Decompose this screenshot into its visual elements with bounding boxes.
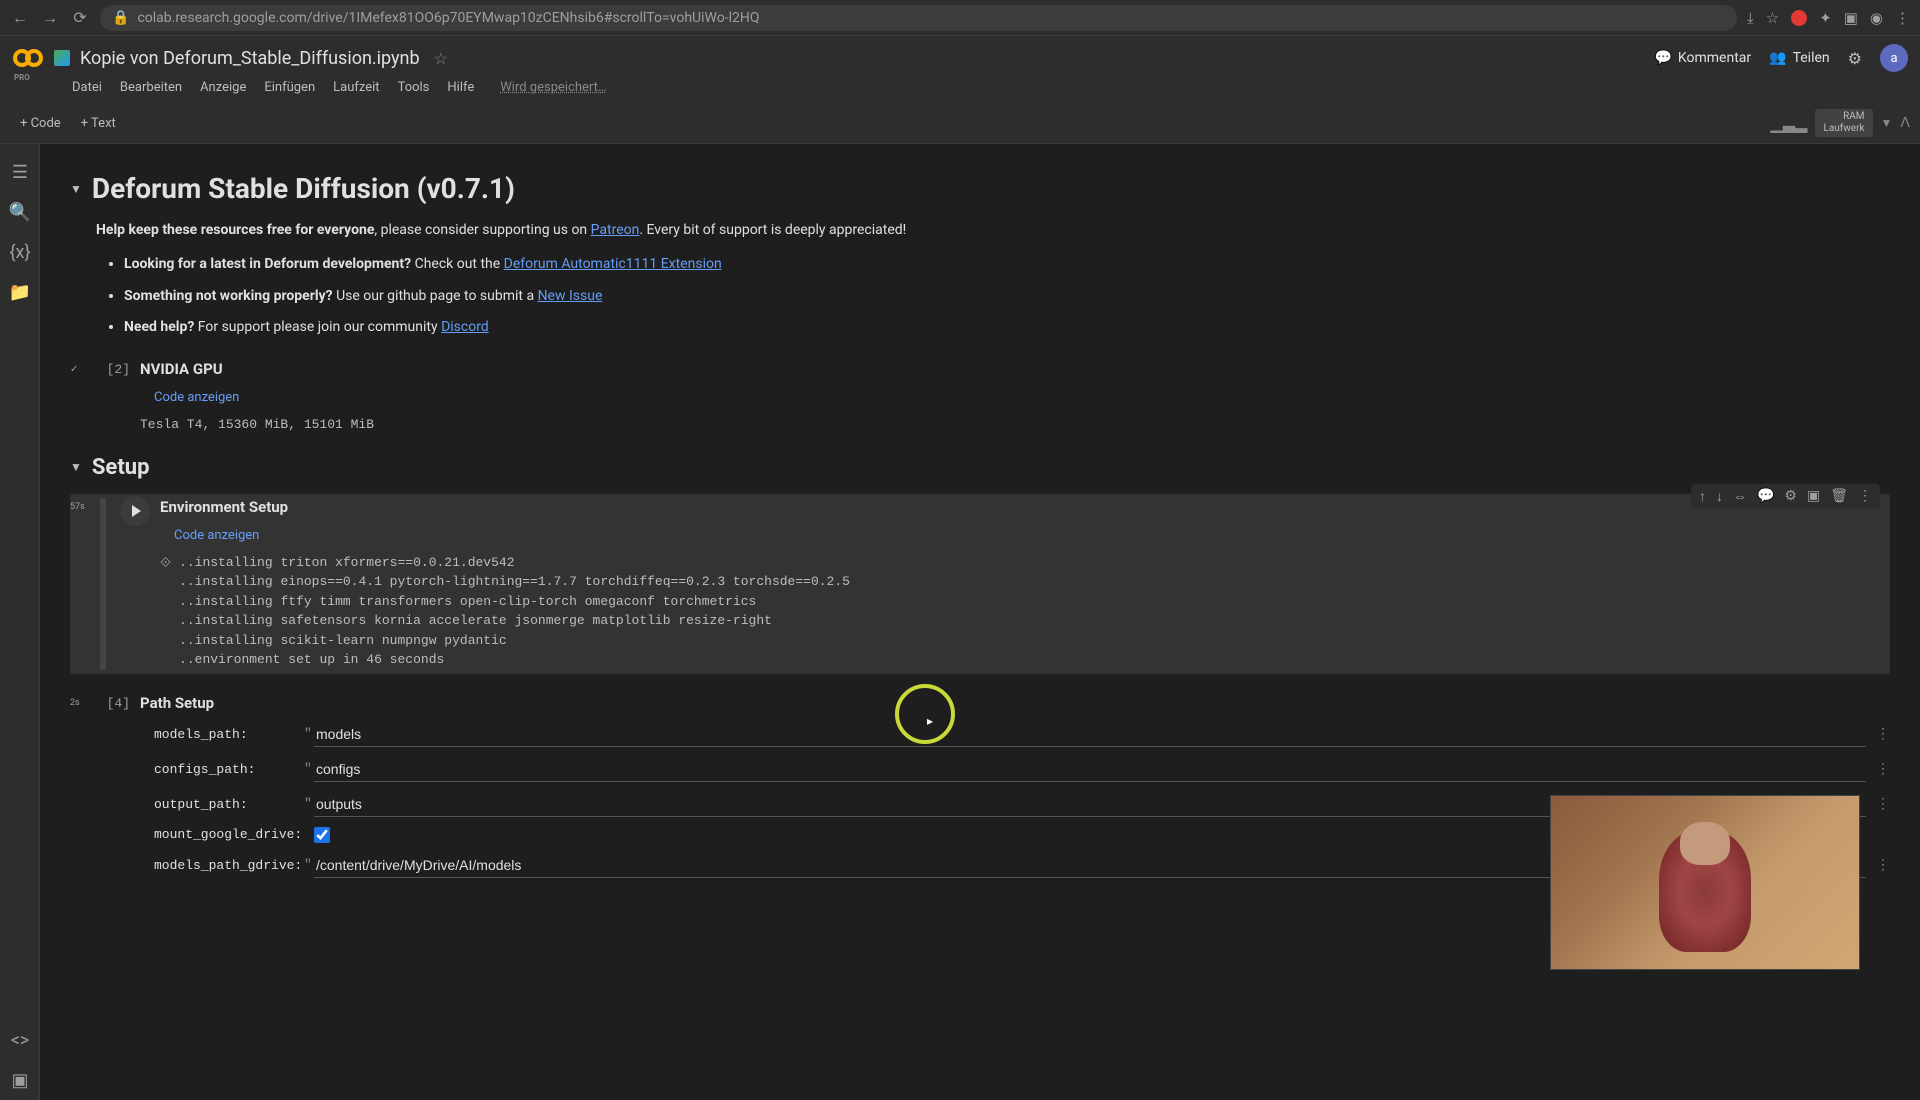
sidebar: ☰ 🔍 {x} 📁 <> ▣ xyxy=(0,144,40,1100)
section-collapse[interactable]: ▼ xyxy=(70,182,82,196)
field-more-icon[interactable]: ⋮ xyxy=(1876,796,1890,812)
save-status: Wird gespeichert… xyxy=(500,80,606,95)
field-label: models_path_gdrive: xyxy=(154,858,304,873)
field-label: models_path: xyxy=(154,727,304,742)
toolbar: + Code + Text ▁▃▂ RAM Laufwerk ▼ ᐱ xyxy=(0,103,1920,144)
add-code-button[interactable]: + Code xyxy=(10,112,71,135)
menu-help[interactable]: Hilfe xyxy=(447,80,474,95)
profile-icon[interactable]: ◉ xyxy=(1870,9,1883,27)
avatar[interactable]: a xyxy=(1880,44,1908,72)
delete-icon[interactable]: 🗑 xyxy=(1830,488,1848,505)
url-text: colab.research.google.com/drive/1IMefex8… xyxy=(137,10,759,26)
colab-logo[interactable]: PRO xyxy=(12,42,44,74)
intro-text: Help keep these resources free for every… xyxy=(96,219,1890,340)
panel-icon[interactable]: ▣ xyxy=(1844,9,1858,27)
menu-view[interactable]: Anzeige xyxy=(200,80,246,95)
env-setup-cell[interactable]: ↑ ↓ ⇔ 💬 ⚙ ▣ 🗑 ⋮ 57s Environment Setup Co… xyxy=(70,494,1890,674)
extension-link[interactable]: Deforum Automatic1111 Extension xyxy=(504,256,722,272)
exec-done-icon: ✓ xyxy=(70,360,90,375)
extensions-icon[interactable]: ✦ xyxy=(1819,9,1832,27)
webcam-overlay xyxy=(1550,795,1860,970)
models-path-input[interactable] xyxy=(314,722,1866,747)
star-icon[interactable]: ☆ xyxy=(1766,9,1779,27)
output-expand-icon[interactable]: ⟐ xyxy=(160,555,171,670)
exec-time: 57s xyxy=(70,498,90,512)
back-icon[interactable]: ← xyxy=(10,8,30,28)
move-down-icon[interactable]: ↓ xyxy=(1716,488,1723,505)
collapse-icon[interactable]: ᐱ xyxy=(1900,115,1910,131)
cell-title: Environment Setup xyxy=(160,498,1890,516)
models-path-row: models_path: " ⋮ xyxy=(154,722,1890,747)
resource-indicator[interactable]: RAM Laufwerk xyxy=(1815,109,1872,137)
cell-title: Path Setup xyxy=(140,694,1890,712)
field-label: configs_path: xyxy=(154,762,304,777)
settings-cell-icon[interactable]: ⚙ xyxy=(1784,488,1797,505)
configs-path-row: configs_path: " ⋮ xyxy=(154,757,1890,782)
exec-count: [4] xyxy=(100,694,130,711)
run-cell-button[interactable] xyxy=(120,496,150,526)
forward-icon[interactable]: → xyxy=(40,8,60,28)
menu-bar: Datei Bearbeiten Anzeige Einfügen Laufze… xyxy=(12,74,1908,103)
exec-count: [2] xyxy=(100,360,130,377)
menu-edit[interactable]: Bearbeiten xyxy=(120,80,182,95)
pro-label: PRO xyxy=(14,73,30,82)
gpu-cell: ✓ [2] NVIDIA GPU Code anzeigen Tesla T4,… xyxy=(70,360,1890,435)
toc-icon[interactable]: ☰ xyxy=(0,152,40,192)
cell-output: Tesla T4, 15360 MiB, 15101 MiB xyxy=(140,415,1890,435)
runtime-dropdown[interactable]: ▼ xyxy=(1881,116,1893,130)
menu-runtime[interactable]: Laufzeit xyxy=(333,80,379,95)
menu-tools[interactable]: Tools xyxy=(398,80,430,95)
code-toggle[interactable]: Code anzeigen xyxy=(174,528,259,543)
exec-time: 2s xyxy=(70,694,90,708)
lock-icon: 🔒 xyxy=(112,10,129,26)
cell-toolbar: ↑ ↓ ⇔ 💬 ⚙ ▣ 🗑 ⋮ xyxy=(1691,484,1880,509)
terminal-icon[interactable]: ▣ xyxy=(0,1060,40,1100)
extension-icon[interactable] xyxy=(1791,10,1807,26)
more-icon[interactable]: ⋮ xyxy=(1858,488,1872,505)
configs-path-input[interactable] xyxy=(314,757,1866,782)
move-up-icon[interactable]: ↑ xyxy=(1699,488,1706,505)
url-bar[interactable]: 🔒 colab.research.google.com/drive/1IMefe… xyxy=(100,5,1737,31)
mount-drive-checkbox[interactable] xyxy=(314,827,330,843)
field-label: mount_google_drive: xyxy=(154,827,304,842)
section-collapse[interactable]: ▼ xyxy=(70,460,82,474)
comment-cell-icon[interactable]: 💬 xyxy=(1757,488,1774,505)
page-title: Deforum Stable Diffusion (v0.7.1) xyxy=(92,172,515,205)
menu-file[interactable]: Datei xyxy=(72,80,102,95)
mirror-icon[interactable]: ▣ xyxy=(1807,488,1820,505)
setup-heading: Setup xyxy=(92,455,150,480)
comment-icon: 💬 xyxy=(1654,50,1671,66)
share-icon: 👥 xyxy=(1769,50,1786,66)
files-icon[interactable]: 📁 xyxy=(0,272,40,312)
cell-title: NVIDIA GPU xyxy=(140,360,1890,378)
notebook-title[interactable]: Kopie von Deforum_Stable_Diffusion.ipynb xyxy=(80,48,420,69)
field-more-icon[interactable]: ⋮ xyxy=(1876,857,1890,873)
menu-insert[interactable]: Einfügen xyxy=(264,80,315,95)
reload-icon[interactable]: ⟳ xyxy=(70,8,90,27)
resource-chart-icon[interactable]: ▁▃▂ xyxy=(1771,114,1808,133)
notebook-icon xyxy=(54,50,70,66)
variables-icon[interactable]: {x} xyxy=(0,232,40,272)
menu-icon[interactable]: ⋮ xyxy=(1895,9,1910,27)
new-issue-link[interactable]: New Issue xyxy=(538,288,603,304)
discord-link[interactable]: Discord xyxy=(441,319,489,335)
code-snippets-icon[interactable]: <> xyxy=(0,1020,40,1060)
favorite-icon[interactable]: ☆ xyxy=(434,49,448,68)
browser-chrome: ← → ⟳ 🔒 colab.research.google.com/drive/… xyxy=(0,0,1920,36)
add-text-button[interactable]: + Text xyxy=(71,112,126,135)
settings-icon[interactable]: ⚙ xyxy=(1848,49,1862,68)
colab-header: PRO Kopie von Deforum_Stable_Diffusion.i… xyxy=(0,36,1920,103)
search-icon[interactable]: 🔍 xyxy=(0,192,40,232)
code-toggle[interactable]: Code anzeigen xyxy=(154,390,239,405)
share-button[interactable]: 👥Teilen xyxy=(1769,50,1830,66)
cell-output: ..installing triton xformers==0.0.21.dev… xyxy=(179,553,850,670)
comment-button[interactable]: 💬Kommentar xyxy=(1654,50,1751,66)
install-icon[interactable]: ⤓ xyxy=(1747,9,1754,27)
field-more-icon[interactable]: ⋮ xyxy=(1876,726,1890,742)
patreon-link[interactable]: Patreon xyxy=(591,222,640,238)
field-more-icon[interactable]: ⋮ xyxy=(1876,761,1890,777)
link-icon[interactable]: ⇔ xyxy=(1733,488,1747,505)
field-label: output_path: xyxy=(154,797,304,812)
